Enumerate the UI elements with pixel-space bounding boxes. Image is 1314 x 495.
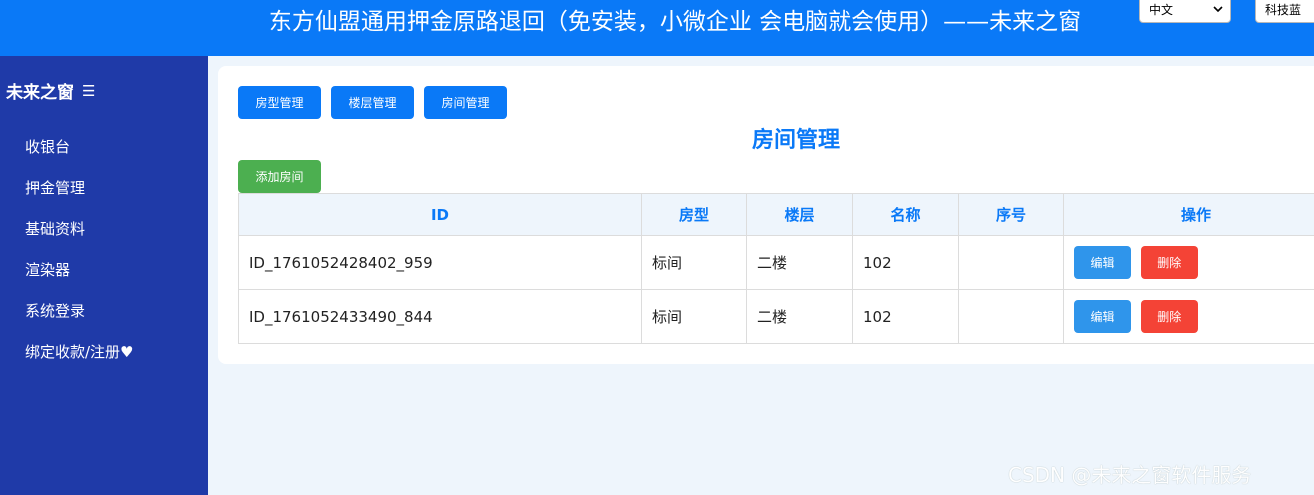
- chevron-down-icon: [1213, 6, 1223, 13]
- column-header-name: 名称: [852, 193, 959, 236]
- column-header-actions: 操作: [1063, 193, 1314, 236]
- edit-button[interactable]: 编辑: [1074, 246, 1131, 279]
- page-title: 房间管理: [752, 128, 841, 153]
- cell-seq: [958, 235, 1064, 290]
- sidebar-item-basic-data[interactable]: 基础资料: [25, 219, 134, 260]
- cell-room-type: 标间: [641, 289, 747, 344]
- cell-name: 102: [852, 235, 959, 290]
- brand-name: 未来之窗: [6, 83, 74, 103]
- sidebar-nav: 收银台 押金管理 基础资料 渲染器 系统登录 绑定收款/注册♥: [25, 137, 134, 383]
- sidebar-item-cashier[interactable]: 收银台: [25, 137, 134, 178]
- table-header-row: ID 房型 楼层 名称 序号 操作: [238, 193, 1314, 236]
- sidebar-item-bind-payment[interactable]: 绑定收款/注册♥: [25, 342, 134, 383]
- table-row: ID_1761052433490_844 标间 二楼 102 编辑 删除: [238, 289, 1314, 344]
- sidebar-item-renderer[interactable]: 渲染器: [25, 260, 134, 301]
- rooms-table: ID 房型 楼层 名称 序号 操作 ID_1761052428402_959 标…: [238, 193, 1314, 344]
- language-select-value: 中文: [1149, 3, 1174, 17]
- add-room-button[interactable]: 添加房间: [238, 160, 321, 193]
- cell-actions: 编辑 删除: [1063, 289, 1314, 344]
- column-header-floor: 楼层: [746, 193, 853, 236]
- tab-room[interactable]: 房间管理: [424, 86, 507, 119]
- sidebar-item-deposit-management[interactable]: 押金管理: [25, 178, 134, 219]
- management-tabs: 房型管理 楼层管理 房间管理: [238, 86, 507, 119]
- content-card: 房型管理 楼层管理 房间管理 房间管理 添加房间 ID 房型 楼层 名称 序号 …: [218, 66, 1314, 364]
- menu-toggle-icon[interactable]: ☰: [82, 82, 95, 100]
- cell-floor: 二楼: [746, 289, 853, 344]
- cell-id: ID_1761052433490_844: [238, 289, 642, 344]
- top-header: 东方仙盟通用押金原路退回（免安装，小微企业 会电脑就会使用）——未来之窗 中文 …: [0, 0, 1314, 56]
- theme-button[interactable]: 科技蓝: [1255, 0, 1314, 23]
- tab-floor[interactable]: 楼层管理: [331, 86, 414, 119]
- delete-button[interactable]: 删除: [1140, 246, 1198, 279]
- sidebar-brand: 未来之窗 ☰: [6, 78, 95, 104]
- column-header-id: ID: [238, 193, 642, 236]
- watermark: CSDN @未来之窗软件服务: [1008, 463, 1252, 487]
- delete-button[interactable]: 删除: [1140, 300, 1198, 333]
- sidebar: 未来之窗 ☰ 收银台 押金管理 基础资料 渲染器 系统登录 绑定收款/注册♥: [0, 56, 208, 495]
- cell-name: 102: [852, 289, 959, 344]
- cell-id: ID_1761052428402_959: [238, 235, 642, 290]
- table-row: ID_1761052428402_959 标间 二楼 102 编辑 删除: [238, 235, 1314, 290]
- column-header-seq: 序号: [958, 193, 1064, 236]
- cell-actions: 编辑 删除: [1063, 235, 1314, 290]
- sidebar-item-system-login[interactable]: 系统登录: [25, 301, 134, 342]
- edit-button[interactable]: 编辑: [1074, 300, 1131, 333]
- cell-floor: 二楼: [746, 235, 853, 290]
- language-select[interactable]: 中文: [1139, 0, 1231, 23]
- app-title: 东方仙盟通用押金原路退回（免安装，小微企业 会电脑就会使用）——未来之窗: [268, 9, 1082, 35]
- cell-room-type: 标间: [641, 235, 747, 290]
- tab-room-type[interactable]: 房型管理: [238, 86, 321, 119]
- column-header-room-type: 房型: [641, 193, 747, 236]
- cell-seq: [958, 289, 1064, 344]
